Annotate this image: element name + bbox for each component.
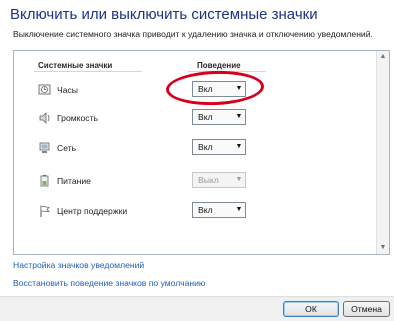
speaker-icon <box>38 111 52 125</box>
row-label: Часы <box>57 85 78 95</box>
network-icon <box>38 141 52 155</box>
dialog-footer: ОК Отмена <box>0 296 394 321</box>
behavior-select-action-center[interactable]: Вкл ▼ <box>192 202 246 218</box>
dropdown-arrow-icon: ▼ <box>235 176 243 183</box>
ok-button[interactable]: ОК <box>283 301 339 317</box>
dropdown-arrow-icon[interactable]: ▼ <box>233 140 245 154</box>
description-text: Выключение системного значка приводит к … <box>13 29 373 39</box>
select-value: Вкл <box>198 142 213 152</box>
scroll-up-arrow-icon[interactable]: ▲ <box>377 51 389 63</box>
row-volume: Громкость Вкл ▼ <box>14 109 374 131</box>
header-divider <box>34 71 142 72</box>
behavior-select-network[interactable]: Вкл ▼ <box>192 139 246 155</box>
restore-defaults-link[interactable]: Восстановить поведение значков по умолча… <box>13 278 205 288</box>
scroll-down-arrow-icon[interactable]: ▼ <box>377 242 389 254</box>
row-label: Питание <box>57 176 91 186</box>
window-title: Включить или выключить системные значки <box>10 6 318 23</box>
row-power: Питание Выкл ▼ <box>14 172 374 194</box>
dropdown-arrow-icon[interactable]: ▼ <box>233 110 245 124</box>
behavior-select-volume[interactable]: Вкл ▼ <box>192 109 246 125</box>
select-value: Вкл <box>198 205 213 215</box>
select-value: Выкл <box>198 175 219 185</box>
customize-icons-link[interactable]: Настройка значков уведомлений <box>13 260 144 270</box>
behavior-select-power: Выкл ▼ <box>192 172 246 188</box>
select-value: Вкл <box>198 112 213 122</box>
row-label: Центр поддержки <box>57 206 128 216</box>
vertical-scrollbar[interactable]: ▲ ▼ <box>376 51 389 254</box>
column-header-system-icons: Системные значки <box>38 61 113 70</box>
row-label: Громкость <box>57 113 98 123</box>
row-label: Сеть <box>57 143 77 153</box>
row-network: Сеть Вкл ▼ <box>14 139 374 161</box>
dropdown-arrow-icon[interactable]: ▼ <box>233 203 245 217</box>
column-header-behavior: Поведение <box>197 61 241 70</box>
battery-icon <box>38 174 52 188</box>
cancel-button[interactable]: Отмена <box>343 301 390 317</box>
row-action-center: Центр поддержки Вкл ▼ <box>14 202 374 224</box>
clock-icon <box>38 83 52 97</box>
flag-icon <box>38 204 52 218</box>
